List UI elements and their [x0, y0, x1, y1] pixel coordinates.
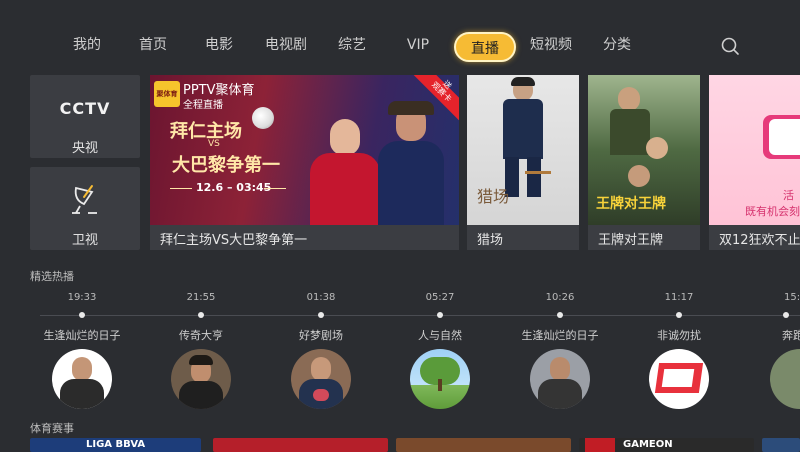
timeline-dot: [783, 312, 789, 318]
poster-card-double12[interactable]: 活 既有机会刻 双12狂欢不止: [709, 75, 800, 250]
program-thumbnail: [410, 349, 470, 409]
channel-tile-cctv[interactable]: CCTV 央视: [30, 75, 140, 158]
schedule-item[interactable]: 10:26 生逢灿烂的日子: [500, 292, 620, 409]
schedule-item[interactable]: 01:38 好梦剧场: [261, 292, 381, 409]
schedule-title: 传奇大亨: [179, 329, 223, 342]
poster-card-liechang[interactable]: 猎场 猎场: [467, 75, 579, 250]
nav-item-variety[interactable]: 综艺: [337, 30, 367, 60]
channel-tile-satellite[interactable]: 卫视: [30, 167, 140, 250]
divider: [264, 188, 286, 189]
timeline-dot: [79, 312, 85, 318]
program-logo: [649, 349, 709, 409]
cctv-logo: CCTV: [59, 99, 111, 118]
poster-title-art: 猎场: [477, 187, 510, 206]
timeline-dot: [318, 312, 324, 318]
featured-caption: 拜仁主场VS大巴黎争第一: [160, 233, 308, 248]
schedule-time: 01:38: [306, 292, 336, 303]
program-thumbnail: [770, 349, 800, 409]
timeline-dot: [676, 312, 682, 318]
poster-card-wangpai[interactable]: 王牌对王牌 王牌对王牌: [588, 75, 700, 250]
headline-line2: 大巴黎争第一: [172, 155, 280, 176]
nav-item-mine[interactable]: 我的: [72, 30, 102, 60]
section-title-sports: 体育赛事: [30, 422, 74, 435]
top-nav: 我的 首页 电影 电视剧 综艺 VIP 直播 短视频 分类: [0, 30, 800, 64]
program-thumbnail: [291, 349, 351, 409]
poster-double12: 活 既有机会刻: [709, 75, 800, 225]
program-thumbnail: [171, 349, 231, 409]
schedule-title: 人与自然: [418, 329, 462, 342]
headline-vs: VS: [208, 139, 220, 149]
nav-item-vip[interactable]: VIP: [405, 30, 431, 60]
satellite-dish-icon: [72, 185, 97, 214]
timeline-dot: [557, 312, 563, 318]
nav-item-live[interactable]: 直播: [454, 32, 516, 62]
timeline-dot: [198, 312, 204, 318]
player-photo-blue: [378, 101, 444, 225]
poster-caption-liechang: 猎场: [477, 233, 504, 248]
program-thumbnail: [52, 349, 112, 409]
schedule-time: 21:55: [186, 292, 216, 303]
player-photo-red: [310, 119, 380, 225]
schedule-item[interactable]: 19:33 生逢灿烂的日子: [22, 292, 142, 409]
schedule-title: 非诚勿扰: [657, 329, 701, 342]
match-time: 12.6 – 03:45: [196, 181, 272, 194]
poster-wangpai: 王牌对王牌: [588, 75, 700, 225]
nav-item-short-video[interactable]: 短视频: [529, 30, 573, 60]
sports-thumb-text: GAMEON: [623, 439, 673, 450]
headline-line1: 拜仁主场: [170, 121, 242, 142]
schedule-item[interactable]: 05:27 人与自然: [380, 292, 500, 409]
brand-subtitle: 全程直播: [183, 100, 223, 111]
nav-item-tv-series[interactable]: 电视剧: [264, 30, 308, 60]
schedule-title: 生逢灿烂的日子: [521, 329, 599, 342]
sports-thumb-text: LIGA BBVA: [86, 439, 146, 450]
schedule-time: 10:26: [545, 292, 575, 303]
nav-item-category[interactable]: 分类: [602, 30, 632, 60]
schedule-time: 15:: [784, 292, 800, 303]
program-thumbnail: [530, 349, 590, 409]
schedule-time: 11:17: [664, 292, 694, 303]
nav-item-home[interactable]: 首页: [138, 30, 168, 60]
schedule-item[interactable]: 11:17 非诚勿扰: [619, 292, 739, 409]
soccer-ball-icon: [252, 107, 274, 129]
poster-title-art: 王牌对王牌: [596, 196, 666, 212]
schedule-item[interactable]: 15: 奔跑: [740, 292, 800, 409]
schedule-title: 好梦剧场: [299, 329, 343, 342]
featured-card[interactable]: 聚体育 PPTV聚体育 全程直播 送 观赛卡 拜仁主场 VS 大巴黎争第一 12…: [150, 75, 459, 250]
channel-label-satellite: 卫视: [71, 233, 98, 248]
schedule-time: 19:33: [67, 292, 97, 303]
schedule-item[interactable]: 21:55 传奇大亨: [141, 292, 261, 409]
schedule-time: 05:27: [425, 292, 455, 303]
schedule-title: 奔跑: [782, 329, 800, 342]
section-title-hot: 精选热播: [30, 270, 74, 283]
poster-liechang: 猎场: [467, 75, 579, 225]
brand-badge: 聚体育: [154, 81, 180, 107]
schedule-title: 生逢灿烂的日子: [43, 329, 121, 342]
timeline-dot: [437, 312, 443, 318]
nav-item-movies[interactable]: 电影: [204, 30, 234, 60]
poster-caption-wangpai: 王牌对王牌: [598, 233, 664, 248]
poster-text: 活: [783, 189, 794, 202]
poster-caption-double12: 双12狂欢不止: [719, 233, 800, 248]
featured-poster: 聚体育 PPTV聚体育 全程直播 送 观赛卡 拜仁主场 VS 大巴黎争第一 12…: [150, 75, 459, 225]
divider: [170, 188, 192, 189]
poster-text: 既有机会刻: [745, 205, 800, 218]
channel-label-cctv: 央视: [71, 141, 98, 156]
search-icon[interactable]: [720, 36, 740, 56]
